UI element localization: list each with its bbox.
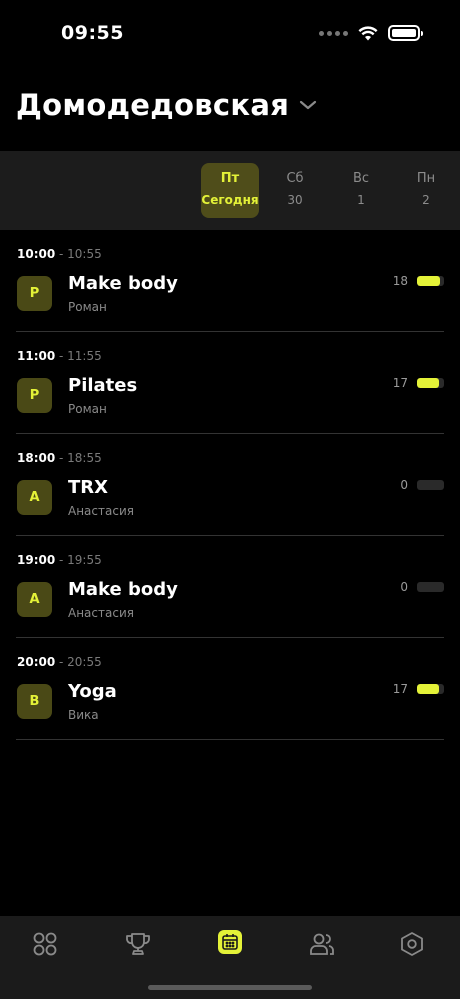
session-time: 20:00 - 20:55	[17, 655, 102, 669]
status-icons	[319, 25, 423, 41]
chevron-down-icon	[299, 99, 317, 111]
users-icon	[308, 931, 336, 957]
day-name: Пт	[220, 171, 240, 186]
capacity-bar	[417, 582, 444, 592]
session-start: 20:00	[17, 655, 56, 669]
day-saturday[interactable]: Сб 30	[266, 163, 324, 218]
page-title: Домодедовская	[16, 88, 290, 122]
status-bar: 09:55	[0, 0, 460, 70]
tab-dashboard[interactable]	[30, 929, 60, 959]
capacity-bar-fill	[417, 684, 439, 694]
day-sunday[interactable]: Вс 1	[332, 163, 390, 218]
session-start: 18:00	[17, 451, 56, 465]
capacity-bar	[417, 276, 444, 286]
session-trainer: Анастасия	[68, 606, 134, 620]
day-monday[interactable]: Пн 2	[397, 163, 455, 218]
session-name: Pilates	[68, 375, 138, 396]
session-name: Make body	[68, 273, 178, 294]
day-number: 2	[422, 193, 430, 207]
session-time: 19:00 - 19:55	[17, 553, 102, 567]
capacity-bar	[417, 378, 444, 388]
day-number: 30	[287, 193, 303, 207]
grid-circles-icon	[32, 931, 58, 957]
trainer-avatar: А	[17, 582, 52, 617]
session-end: - 10:55	[55, 247, 102, 261]
session-end: - 20:55	[55, 655, 102, 669]
capacity-bar-fill	[417, 276, 440, 286]
capacity-bar	[417, 684, 444, 694]
trainer-avatar: В	[17, 684, 52, 719]
day-number: 1	[357, 193, 365, 207]
tab-schedule[interactable]	[218, 930, 242, 954]
session-item[interactable]: 19:00 - 19:55 А Make body Анастасия 0	[16, 536, 444, 638]
day-name: Сб	[286, 171, 304, 186]
session-item[interactable]: 10:00 - 10:55 Р Make body Роман 18	[16, 230, 444, 332]
attendee-count: 18	[392, 274, 408, 288]
status-time: 09:55	[61, 22, 124, 44]
session-trainer: Анастасия	[68, 504, 134, 518]
day-name: Вс	[352, 171, 370, 186]
session-end: - 11:55	[55, 349, 102, 363]
session-end: - 19:55	[55, 553, 102, 567]
day-friday[interactable]: Пт Сегодня	[201, 163, 259, 218]
day-name: Пн	[416, 171, 436, 186]
battery-icon	[388, 25, 423, 41]
session-name: TRX	[68, 477, 109, 498]
session-time: 18:00 - 18:55	[17, 451, 102, 465]
session-name: Make body	[68, 579, 178, 600]
session-start: 11:00	[17, 349, 56, 363]
cellular-signal-icon	[319, 30, 348, 36]
attendee-count: 0	[400, 580, 408, 594]
home-indicator[interactable]	[148, 985, 312, 990]
tab-community[interactable]	[307, 929, 337, 959]
trainer-avatar: Р	[17, 378, 52, 413]
session-item[interactable]: 20:00 - 20:55 В Yoga Вика 17	[16, 638, 444, 740]
session-item[interactable]: 11:00 - 11:55 Р Pilates Роман 17	[16, 332, 444, 434]
capacity-bar-fill	[417, 378, 439, 388]
attendee-count: 17	[392, 682, 408, 696]
trainer-avatar: Р	[17, 276, 52, 311]
session-time: 10:00 - 10:55	[17, 247, 102, 261]
schedule-list: 10:00 - 10:55 Р Make body Роман 18 11:00…	[0, 230, 460, 740]
session-trainer: Вика	[68, 708, 99, 722]
session-time: 11:00 - 11:55	[17, 349, 102, 363]
calendar-icon	[221, 933, 239, 951]
capacity-bar	[417, 480, 444, 490]
attendee-count: 17	[392, 376, 408, 390]
tab-settings[interactable]	[397, 929, 427, 959]
session-end: - 18:55	[55, 451, 102, 465]
session-start: 19:00	[17, 553, 56, 567]
tab-achievements[interactable]	[123, 929, 153, 959]
trainer-avatar: А	[17, 480, 52, 515]
day-number: Сегодня	[201, 193, 259, 207]
wifi-icon	[358, 25, 378, 41]
session-name: Yoga	[68, 681, 117, 702]
date-strip: Пт Сегодня Сб 30 Вс 1 Пн 2	[0, 151, 460, 230]
trophy-icon	[124, 931, 152, 957]
location-selector[interactable]: Домодедовская	[16, 88, 317, 122]
attendee-count: 0	[400, 478, 408, 492]
session-trainer: Роман	[68, 402, 107, 416]
session-trainer: Роман	[68, 300, 107, 314]
session-item[interactable]: 18:00 - 18:55 А TRX Анастасия 0	[16, 434, 444, 536]
settings-hexagon-icon	[399, 931, 425, 957]
session-start: 10:00	[17, 247, 56, 261]
